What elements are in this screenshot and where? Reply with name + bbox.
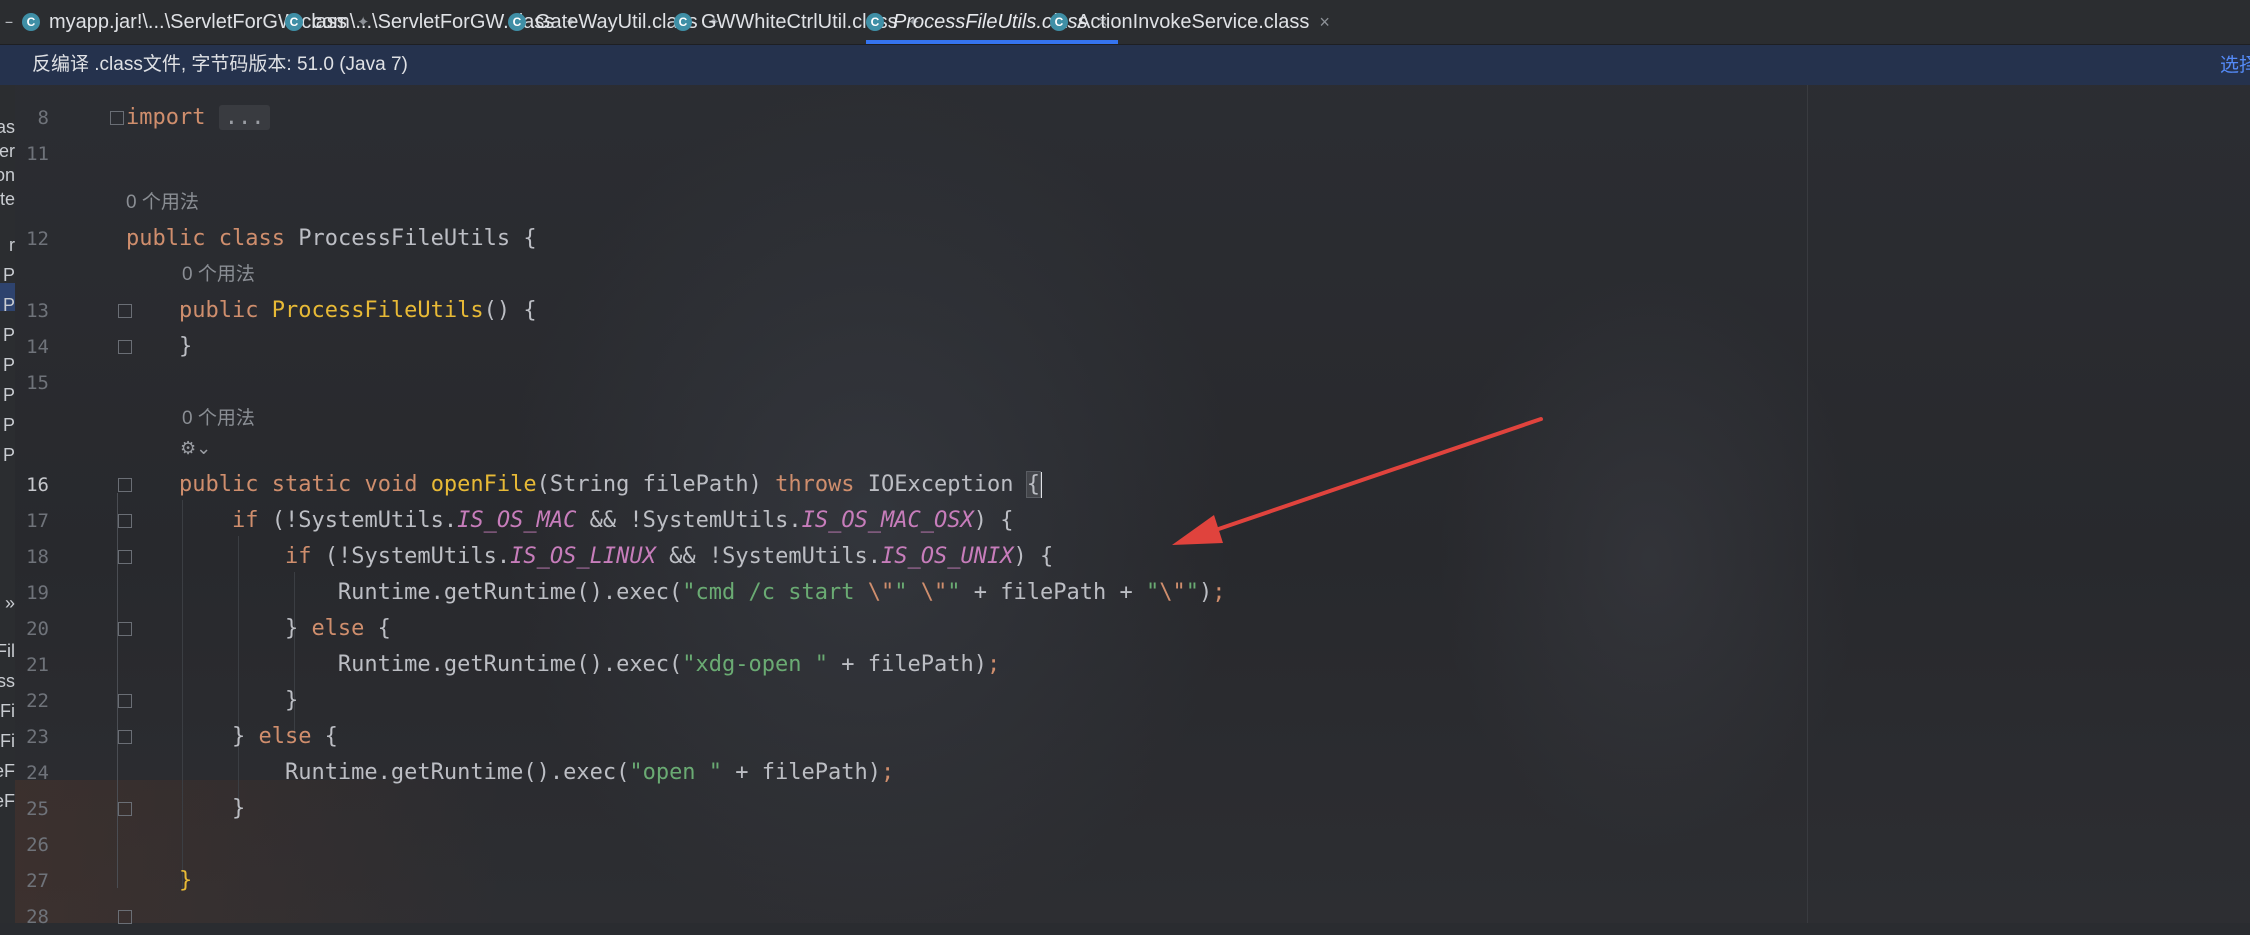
annotation-arrow [1172, 417, 1543, 545]
annotation-arrow-shaft [1196, 417, 1543, 538]
annotation-arrow-head [1172, 515, 1223, 545]
